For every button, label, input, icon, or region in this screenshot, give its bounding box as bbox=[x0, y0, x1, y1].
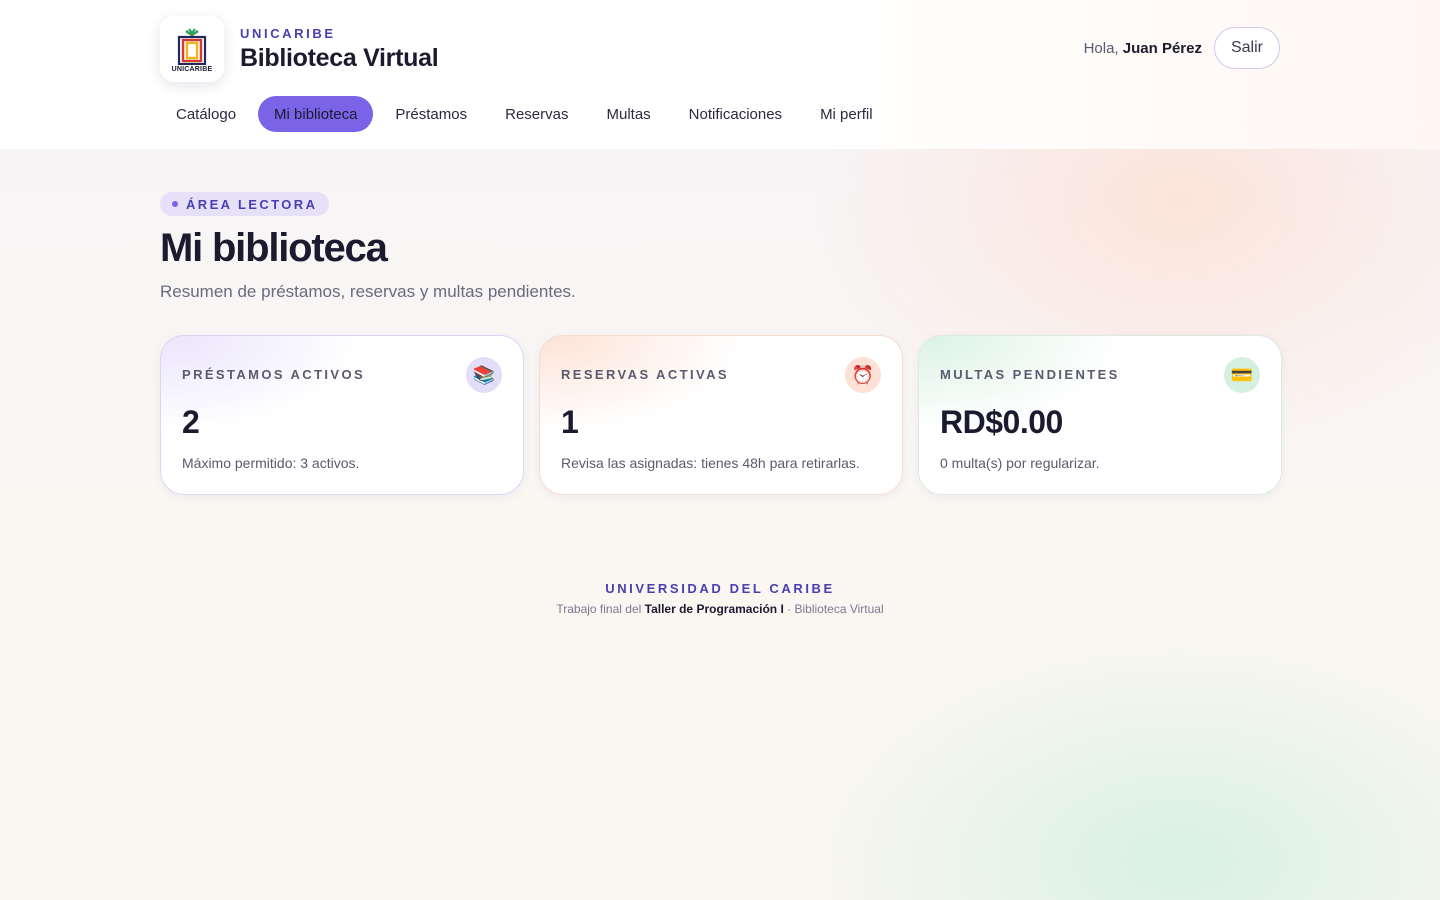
card-note: Máximo permitido: 3 activos. bbox=[182, 455, 360, 471]
logo-caption: UNICARIBE bbox=[171, 66, 213, 73]
nav-item-mi-biblioteca[interactable]: Mi biblioteca bbox=[258, 96, 374, 132]
footer-course: Taller de Programación I bbox=[644, 602, 784, 616]
card-note: Revisa las asignadas: tienes 48h para re… bbox=[561, 455, 860, 471]
brand[interactable]: UNICARIBE UNICARIBE Biblioteca Virtual bbox=[160, 16, 439, 82]
brand-kicker: UNICARIBE bbox=[240, 25, 336, 41]
brand-title: Biblioteca Virtual bbox=[240, 43, 439, 72]
card-reservas-activas: RESERVAS ACTIVAS ⏰ 1 Revisa las asignada… bbox=[539, 335, 903, 495]
nav-item-mi-perfil[interactable]: Mi perfil bbox=[804, 96, 889, 132]
user-greeting: Hola, Juan Pérez bbox=[1084, 40, 1202, 57]
footer-university: UNIVERSIDAD DEL CARIBE bbox=[605, 581, 835, 596]
alarm-clock-icon: ⏰ bbox=[845, 357, 881, 393]
card-note: 0 multa(s) por regularizar. bbox=[940, 455, 1100, 471]
footer-suffix: · Biblioteca Virtual bbox=[787, 602, 884, 616]
page-subtitle: Resumen de préstamos, reservas y multas … bbox=[160, 282, 576, 301]
user-name: Juan Pérez bbox=[1122, 39, 1202, 57]
summary-cards: PRÉSTAMOS ACTIVOS 📚 2 Máximo permitido: … bbox=[160, 335, 1282, 495]
nav-item-catalogo[interactable]: Catálogo bbox=[160, 96, 252, 132]
pill-dot-icon bbox=[172, 201, 178, 207]
nav-item-multas[interactable]: Multas bbox=[590, 96, 666, 132]
card-label: RESERVAS ACTIVAS bbox=[561, 367, 729, 382]
books-icon: 📚 bbox=[466, 357, 502, 393]
credit-card-icon: 💳 bbox=[1224, 357, 1260, 393]
logout-button[interactable]: Salir bbox=[1213, 27, 1280, 69]
nav-item-prestamos[interactable]: Préstamos bbox=[379, 96, 483, 132]
footer-prefix: Trabajo final del bbox=[556, 602, 642, 616]
user-box: Hola, Juan Pérez Salir bbox=[1084, 27, 1280, 69]
card-prestamos-activos: PRÉSTAMOS ACTIVOS 📚 2 Máximo permitido: … bbox=[160, 335, 524, 495]
greeting-prefix: Hola, bbox=[1083, 39, 1119, 57]
top-header: UNICARIBE UNICARIBE Biblioteca Virtual H… bbox=[0, 0, 1440, 149]
main-nav: Catálogo Mi biblioteca Préstamos Reserva… bbox=[160, 96, 895, 132]
card-value: 1 bbox=[561, 404, 579, 440]
card-value: 2 bbox=[182, 404, 200, 440]
brand-text: UNICARIBE Biblioteca Virtual bbox=[240, 25, 439, 73]
page-title: Mi biblioteca bbox=[160, 226, 388, 270]
nav-item-reservas[interactable]: Reservas bbox=[489, 96, 584, 132]
library-logo-icon bbox=[177, 28, 207, 65]
card-label: MULTAS PENDIENTES bbox=[940, 367, 1120, 382]
footer-credits: Trabajo final del Taller de Programación… bbox=[0, 602, 1440, 616]
card-value: RD$0.00 bbox=[940, 404, 1063, 440]
card-multas-pendientes: MULTAS PENDIENTES 💳 RD$0.00 0 multa(s) p… bbox=[918, 335, 1282, 495]
card-label: PRÉSTAMOS ACTIVOS bbox=[182, 367, 366, 382]
unicaribe-logo: UNICARIBE bbox=[160, 16, 224, 82]
nav-item-notificaciones[interactable]: Notificaciones bbox=[673, 96, 798, 132]
section-pill: ÁREA LECTORA bbox=[160, 192, 330, 216]
section-pill-label: ÁREA LECTORA bbox=[186, 196, 318, 212]
page-footer: UNIVERSIDAD DEL CARIBE Trabajo final del… bbox=[0, 581, 1440, 616]
